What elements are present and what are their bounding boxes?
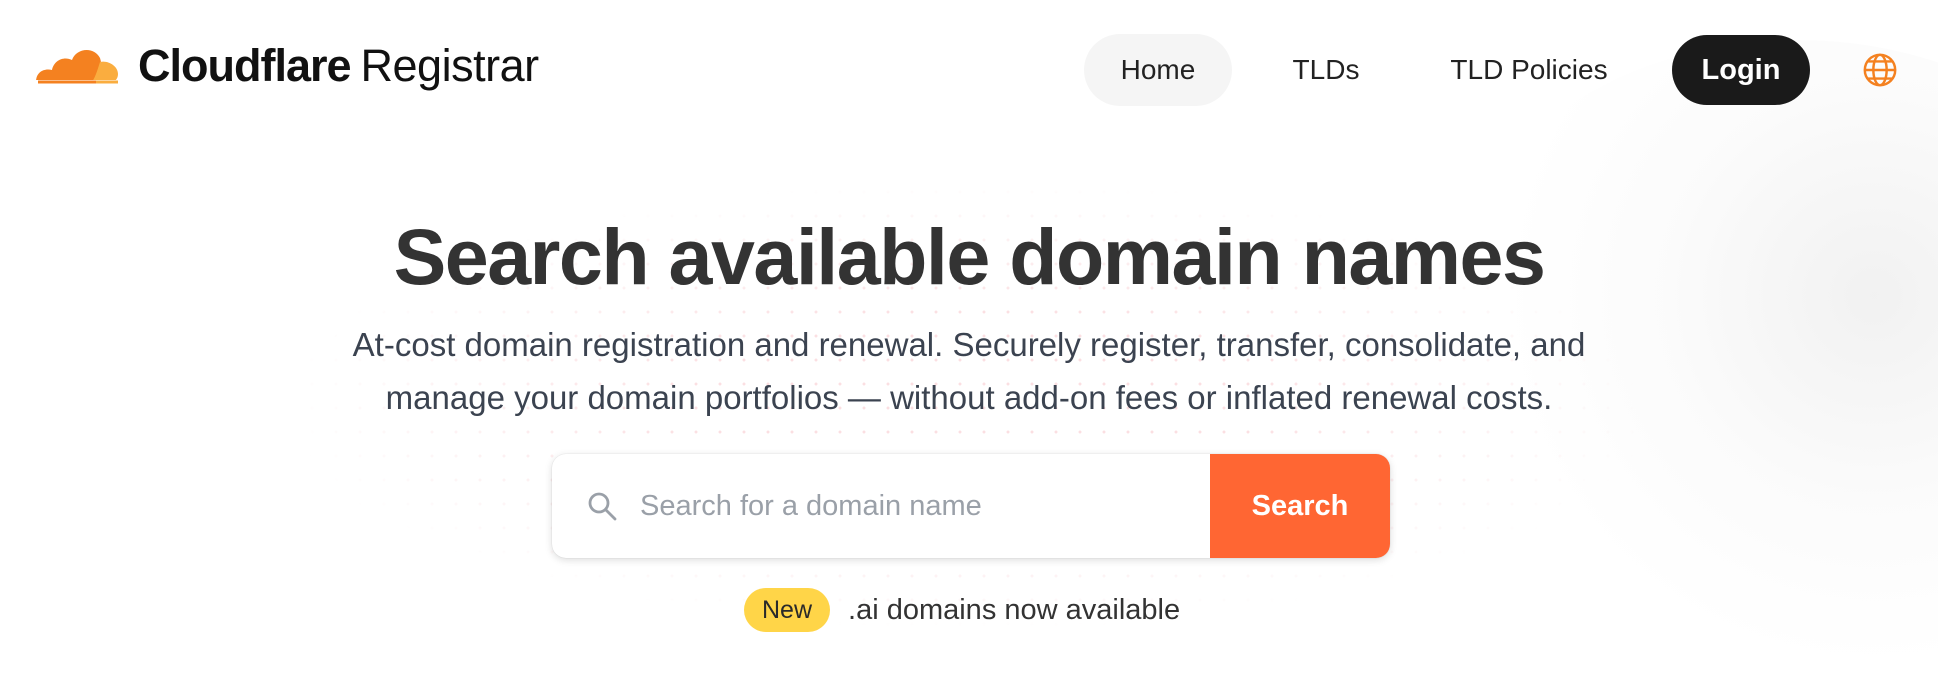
domain-search-input[interactable] xyxy=(640,454,1210,558)
brand-logo-link[interactable]: Cloudflare Registrar xyxy=(32,42,539,88)
domain-search-form: Search xyxy=(552,454,1390,558)
hero-subtitle: At-cost domain registration and renewal.… xyxy=(300,318,1638,424)
search-field xyxy=(552,454,1210,558)
main-nav: Home TLDs TLD Policies Login xyxy=(1084,34,1900,106)
hero-subtitle-line-2: manage your domain portfolios — without … xyxy=(385,379,1553,416)
nav-item-tld-policies[interactable]: TLD Policies xyxy=(1416,34,1642,106)
search-button[interactable]: Search xyxy=(1210,454,1390,558)
hero-subtitle-line-1: At-cost domain registration and renewal.… xyxy=(352,326,1586,363)
nav-item-tlds[interactable]: TLDs xyxy=(1256,34,1396,106)
cloudflare-cloud-logo-icon xyxy=(32,42,122,88)
new-badge: New xyxy=(744,588,831,632)
nav-item-home[interactable]: Home xyxy=(1084,34,1232,106)
brand-name-bold: Cloudflare xyxy=(138,39,352,91)
login-button[interactable]: Login xyxy=(1672,35,1810,105)
page-title: Search available domain names xyxy=(393,212,1546,301)
globe-icon[interactable] xyxy=(1860,50,1900,90)
promo-announcement: New .ai domains now available xyxy=(744,588,1180,632)
promo-text: .ai domains now available xyxy=(848,593,1181,626)
brand-name-regular: Registrar xyxy=(360,39,540,91)
brand-name: Cloudflare Registrar xyxy=(138,43,539,88)
search-icon xyxy=(584,488,620,524)
site-header: Cloudflare Registrar Home TLDs TLD Polici… xyxy=(0,0,1938,140)
page: Cloudflare Registrar Home TLDs TLD Polici… xyxy=(0,0,1938,681)
